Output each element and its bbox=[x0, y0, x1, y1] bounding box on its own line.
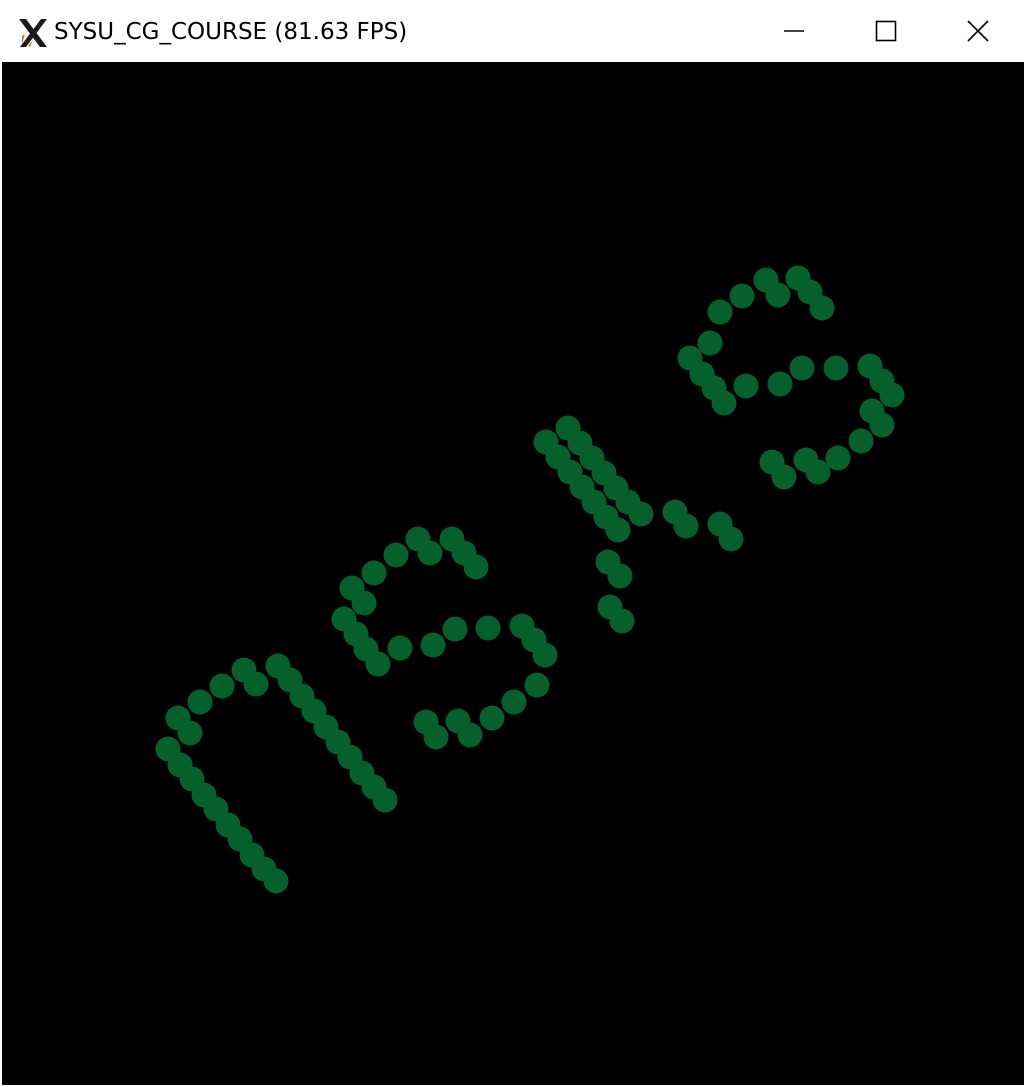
glyph-point bbox=[879, 382, 905, 408]
maximize-icon bbox=[875, 20, 897, 42]
app-window: SYSU_CG_COURSE (81.63 FPS) bbox=[0, 0, 1026, 1087]
glyph-point bbox=[697, 330, 723, 356]
maximize-button[interactable] bbox=[840, 0, 932, 62]
x-logo-icon bbox=[19, 19, 47, 47]
glyph-point bbox=[442, 616, 468, 642]
glyph-point bbox=[417, 540, 443, 566]
glyph-point bbox=[848, 428, 874, 454]
glyph-point bbox=[243, 671, 269, 697]
glyph-point bbox=[420, 632, 446, 658]
glyph-point bbox=[501, 689, 527, 715]
glyph-point bbox=[351, 590, 377, 616]
glyph-point bbox=[365, 651, 391, 677]
glyph-point bbox=[733, 373, 759, 399]
glyph-point bbox=[673, 513, 699, 539]
window-title: SYSU_CG_COURSE (81.63 FPS) bbox=[54, 19, 408, 45]
glyph-point bbox=[765, 282, 791, 308]
glyph-point bbox=[263, 868, 289, 894]
glyph-point bbox=[524, 672, 550, 698]
glyph-point bbox=[729, 283, 755, 309]
glyph-point bbox=[789, 355, 815, 381]
glyph-point bbox=[605, 517, 631, 543]
glyph-point bbox=[718, 526, 744, 552]
glyph-point bbox=[187, 689, 213, 715]
minimize-button[interactable] bbox=[748, 0, 840, 62]
glyph-point bbox=[823, 355, 849, 381]
glyph-point bbox=[177, 720, 203, 746]
glyph-point bbox=[209, 673, 235, 699]
point-text-scene bbox=[155, 265, 905, 894]
title-bar[interactable]: SYSU_CG_COURSE (81.63 FPS) bbox=[0, 0, 1026, 62]
glyph-point bbox=[372, 787, 398, 813]
close-icon bbox=[967, 20, 989, 42]
glyph-point bbox=[383, 542, 409, 568]
minimize-icon bbox=[784, 30, 804, 32]
glyph-point bbox=[463, 554, 489, 580]
glyph-point bbox=[809, 295, 835, 321]
render-viewport[interactable] bbox=[2, 62, 1024, 1085]
glyph-point bbox=[475, 615, 501, 641]
glyph-point bbox=[387, 635, 413, 661]
glyph-point bbox=[711, 390, 737, 416]
glyph-point bbox=[361, 560, 387, 586]
glyph-point bbox=[609, 608, 635, 634]
glyph-point bbox=[759, 449, 785, 475]
glyph-point bbox=[869, 412, 895, 438]
glyph-point bbox=[479, 705, 505, 731]
glyph-point bbox=[607, 563, 633, 589]
glyph-point bbox=[628, 501, 654, 527]
glyph-point bbox=[707, 299, 733, 325]
glyph-point bbox=[793, 447, 819, 473]
close-button[interactable] bbox=[932, 0, 1024, 62]
glyph-point bbox=[413, 709, 439, 735]
glyph-point bbox=[767, 371, 793, 397]
glyph-point bbox=[532, 642, 558, 668]
glyph-point bbox=[445, 708, 471, 734]
